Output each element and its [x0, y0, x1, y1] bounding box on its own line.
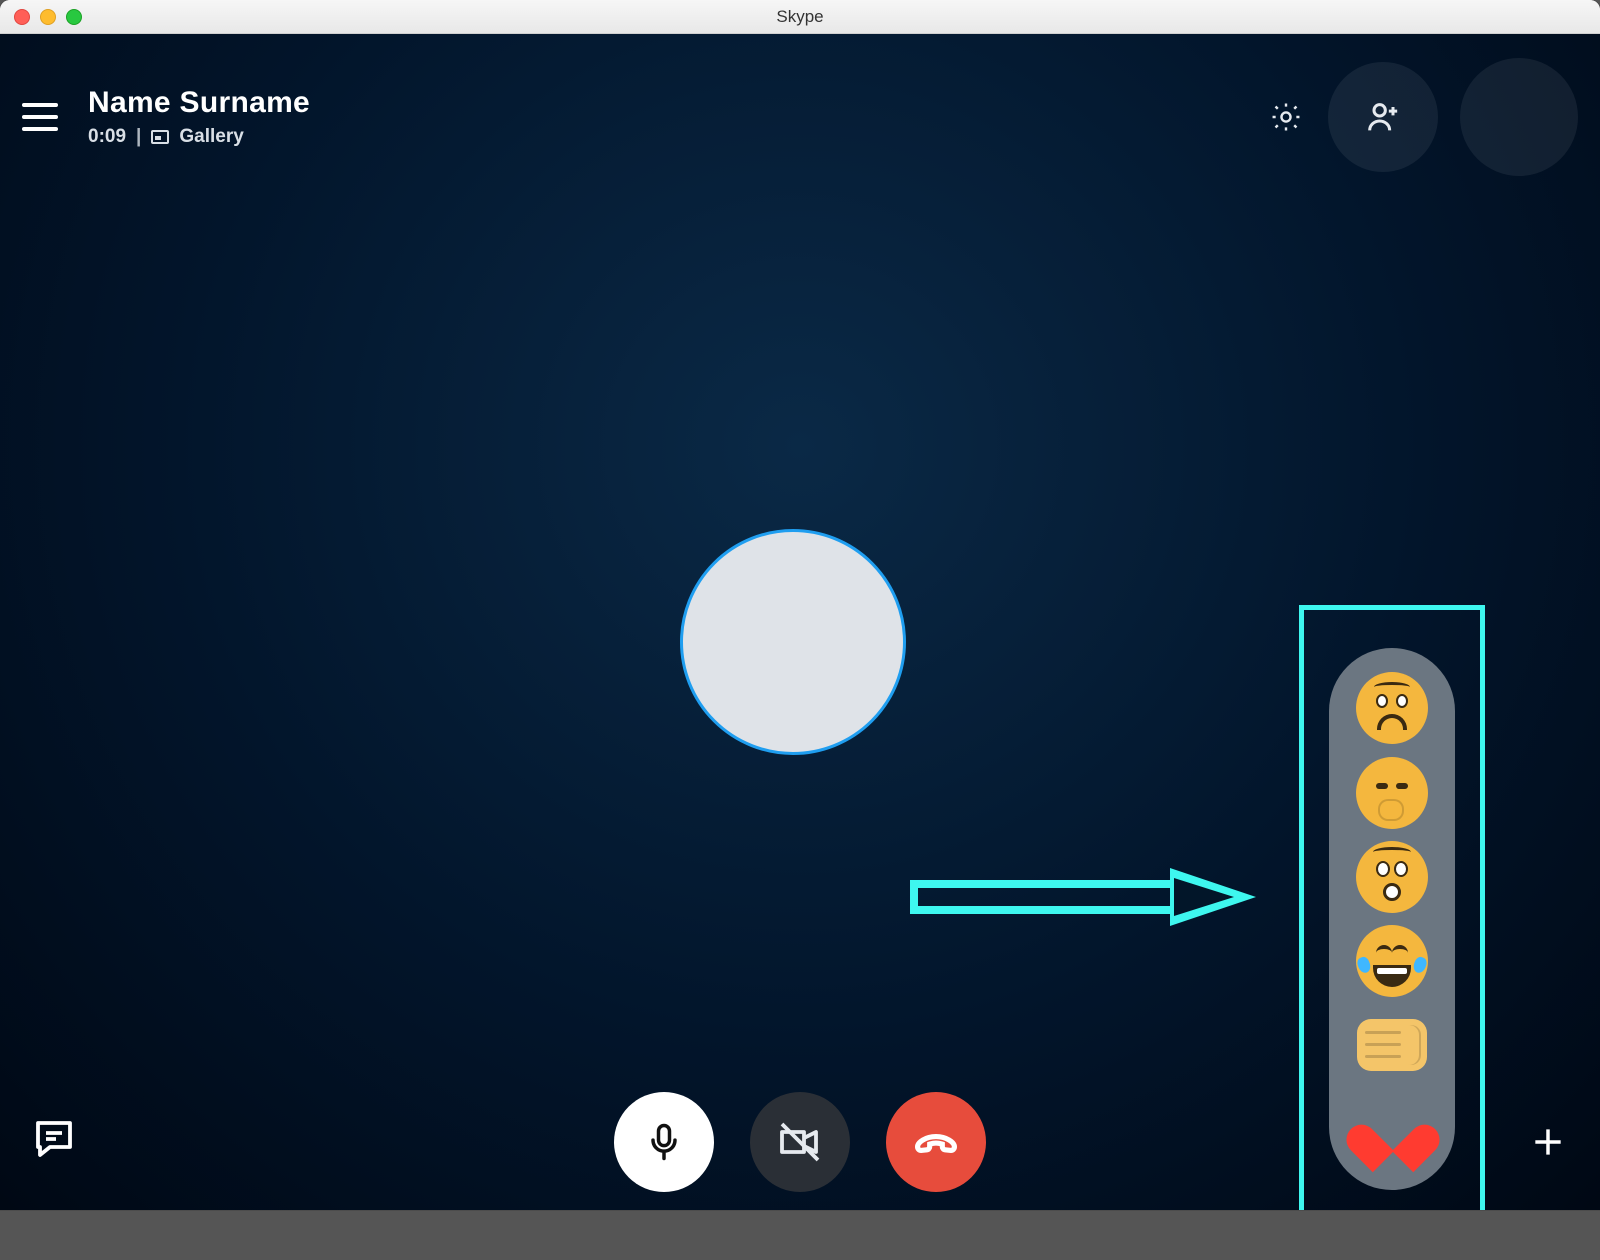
- separator: |: [136, 126, 141, 148]
- annotation-arrow: [910, 864, 1260, 930]
- gear-icon: [1269, 100, 1303, 134]
- menu-button[interactable]: [22, 103, 58, 131]
- mute-button[interactable]: [614, 1092, 714, 1192]
- contact-avatar: [680, 529, 906, 755]
- plus-icon: [1529, 1123, 1567, 1161]
- top-right-controls: [1266, 58, 1578, 176]
- reaction-laugh[interactable]: [1356, 925, 1428, 997]
- microphone-icon: [642, 1120, 686, 1164]
- reaction-thinking[interactable]: [1356, 757, 1428, 829]
- chat-button[interactable]: [30, 1115, 78, 1168]
- app-window: Skype Name Surname 0:09 | Gallery: [0, 0, 1600, 1210]
- call-duration: 0:09: [88, 126, 126, 148]
- contact-name: Name Surname: [88, 86, 310, 120]
- settings-button[interactable]: [1266, 97, 1306, 137]
- reaction-fist[interactable]: [1356, 1009, 1428, 1081]
- chat-icon: [30, 1115, 78, 1163]
- camera-button[interactable]: [750, 1092, 850, 1192]
- call-area: Name Surname 0:09 | Gallery: [0, 34, 1600, 1210]
- add-person-icon: [1363, 97, 1403, 137]
- top-bar: Name Surname 0:09 | Gallery: [0, 58, 1600, 176]
- reaction-surprised[interactable]: [1356, 841, 1428, 913]
- self-video-thumbnail[interactable]: [1460, 58, 1578, 176]
- window-controls: [0, 9, 82, 25]
- window-close-button[interactable]: [14, 9, 30, 25]
- camera-off-icon: [776, 1118, 824, 1166]
- reaction-panel: [1329, 648, 1455, 1190]
- call-controls: [614, 1092, 986, 1192]
- window-maximize-button[interactable]: [66, 9, 82, 25]
- view-mode-label[interactable]: Gallery: [179, 126, 243, 148]
- call-meta: 0:09 | Gallery: [88, 126, 310, 148]
- more-reactions-button[interactable]: [1526, 1120, 1570, 1164]
- gallery-icon: [151, 130, 169, 144]
- contact-info: Name Surname 0:09 | Gallery: [88, 86, 310, 148]
- app-title: Skype: [0, 7, 1600, 27]
- bottom-bar: [0, 1115, 1600, 1168]
- add-participant-button[interactable]: [1328, 62, 1438, 172]
- window-minimize-button[interactable]: [40, 9, 56, 25]
- reaction-sad[interactable]: [1356, 672, 1428, 744]
- titlebar: Skype: [0, 0, 1600, 34]
- hangup-button[interactable]: [886, 1092, 986, 1192]
- hangup-icon: [910, 1116, 962, 1168]
